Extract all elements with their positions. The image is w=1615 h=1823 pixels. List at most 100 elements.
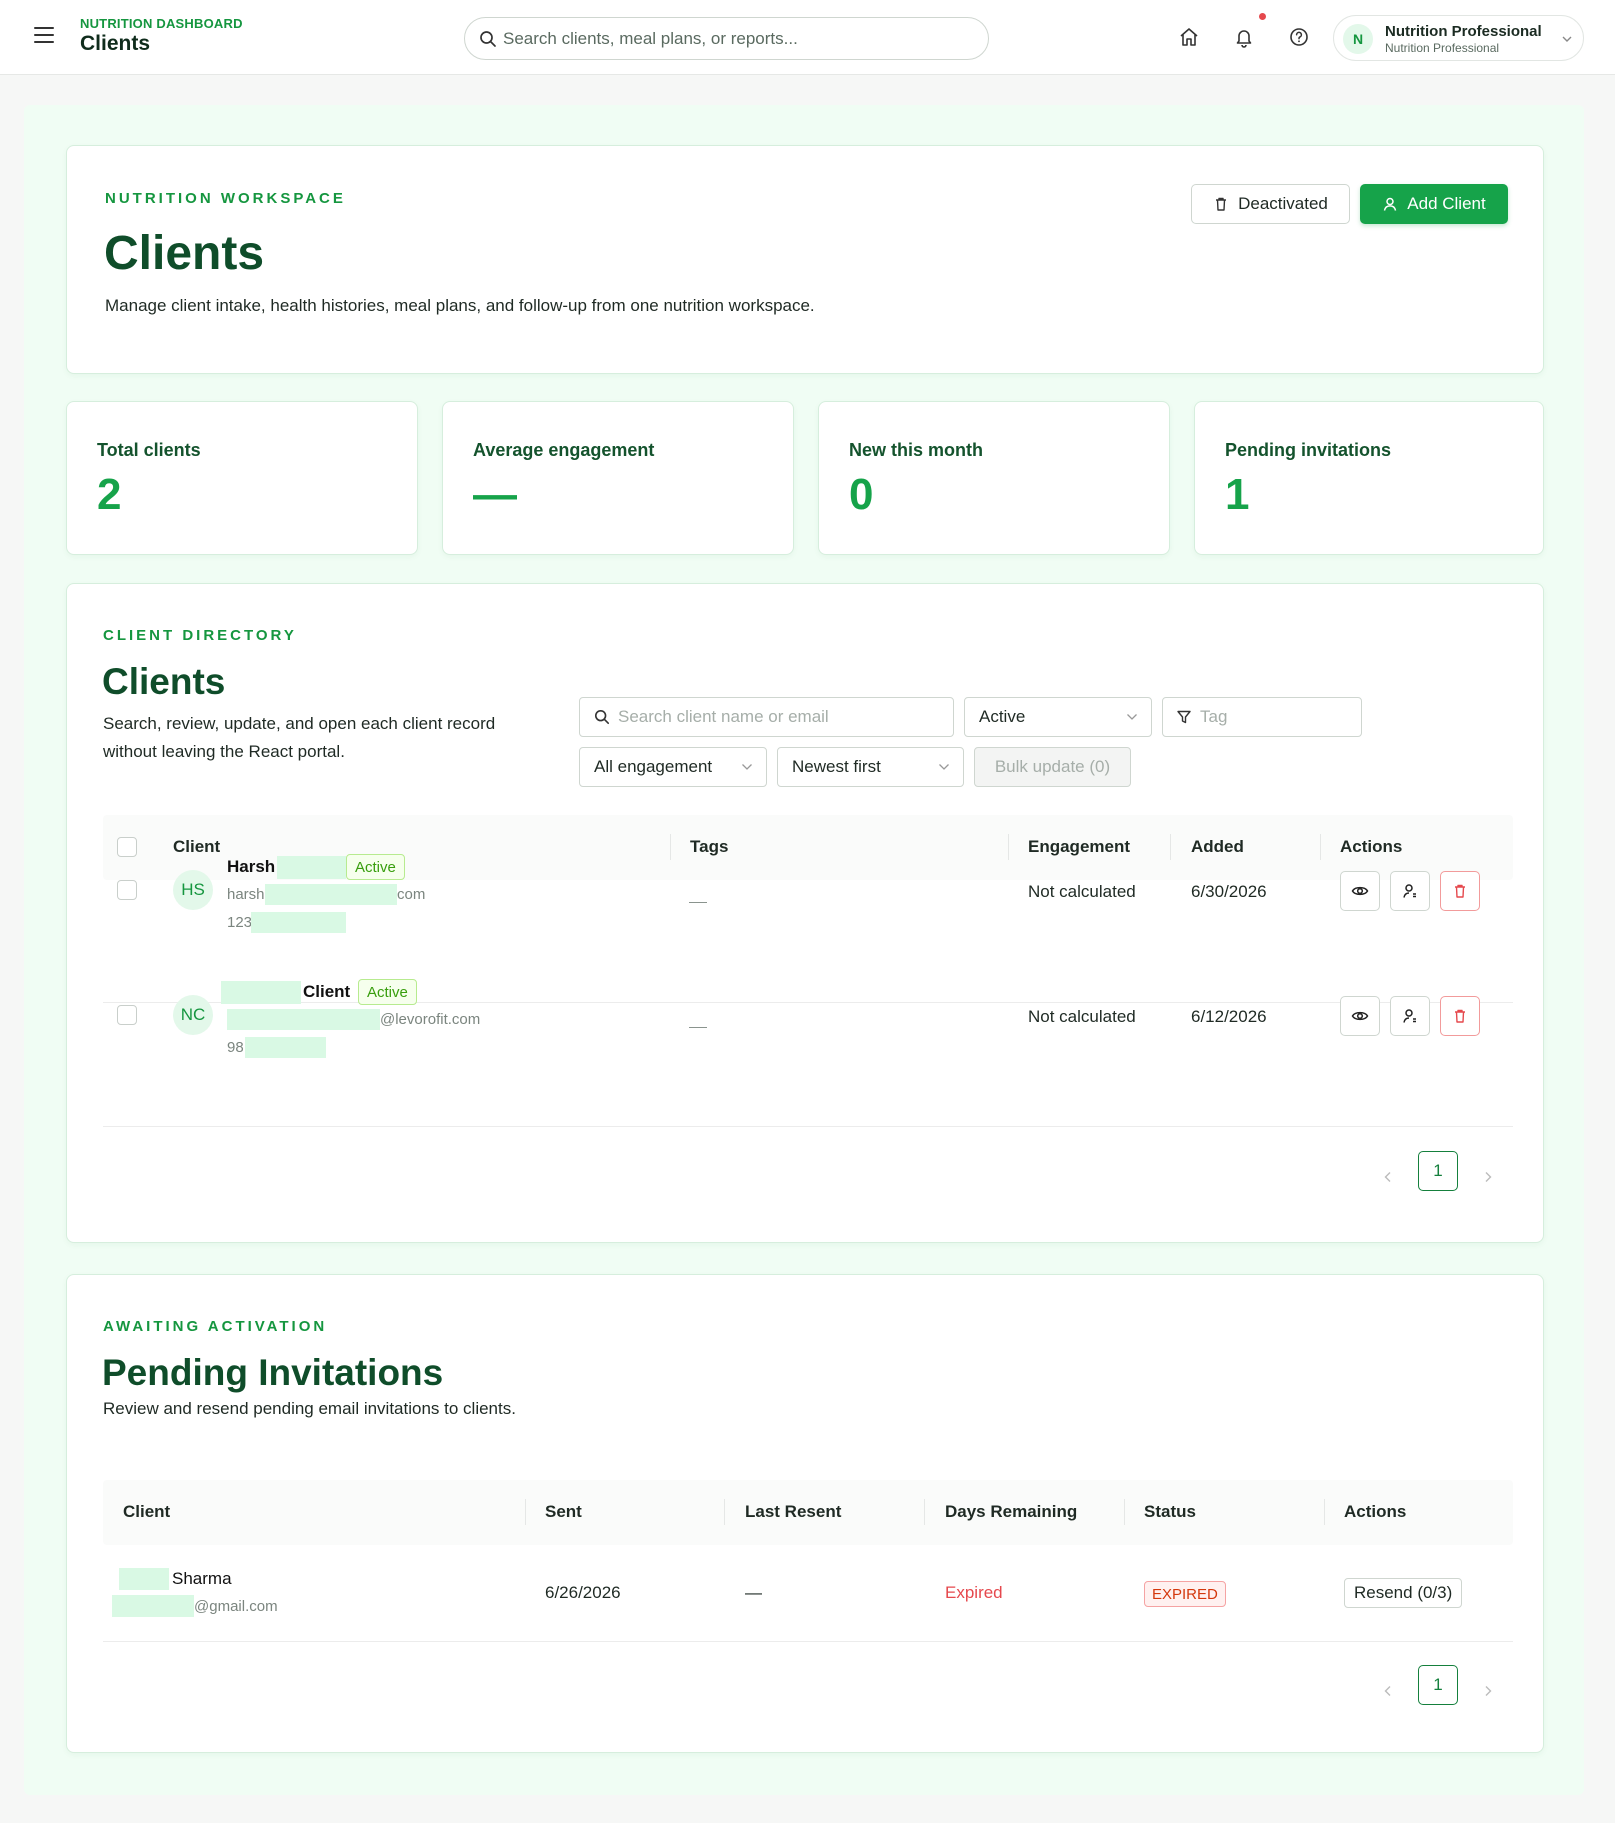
delete-client-button[interactable] bbox=[1440, 871, 1480, 911]
invitee-email-end: @gmail.com bbox=[194, 1598, 278, 1615]
view-client-button[interactable] bbox=[1340, 871, 1380, 911]
brand-eyebrow: NUTRITION DASHBOARD bbox=[80, 16, 243, 31]
filter-icon bbox=[1177, 710, 1191, 724]
column-header: Actions bbox=[1340, 837, 1403, 856]
stat-value: 0 bbox=[849, 470, 874, 519]
trash-icon bbox=[1455, 884, 1465, 898]
column-divider bbox=[1324, 1499, 1325, 1525]
sort-select-value: Newest first bbox=[792, 757, 881, 776]
column-divider bbox=[924, 1499, 925, 1525]
column-divider bbox=[525, 1499, 526, 1525]
deactivated-label: Deactivated bbox=[1238, 194, 1328, 213]
directory-description: Search, review, update, and open each cl… bbox=[103, 714, 496, 761]
chevron-down-icon bbox=[1562, 36, 1572, 42]
user-role: Nutrition Professional bbox=[1385, 41, 1500, 55]
row-checkbox[interactable] bbox=[117, 880, 137, 900]
status-select[interactable]: Active bbox=[964, 697, 1152, 737]
client-search-input[interactable]: Search client name or email bbox=[579, 697, 954, 737]
redacted-block bbox=[119, 1568, 169, 1590]
invitations-eyebrow: AWAITING ACTIVATION bbox=[103, 1318, 328, 1335]
workspace-title: Clients bbox=[104, 227, 265, 280]
avatar: NC bbox=[173, 995, 213, 1035]
global-search-input[interactable]: Search clients, meal plans, or reports..… bbox=[464, 17, 989, 60]
column-header: Status bbox=[1144, 1502, 1196, 1521]
column-header: Added bbox=[1191, 837, 1244, 856]
stat-card-new-this-month: New this month 0 bbox=[818, 401, 1170, 555]
page-button[interactable]: 1 bbox=[1418, 1151, 1458, 1191]
menu-icon[interactable] bbox=[34, 27, 54, 45]
edit-client-button[interactable] bbox=[1390, 871, 1430, 911]
column-header: Engagement bbox=[1028, 837, 1131, 856]
tag-filter-input[interactable]: Tag bbox=[1162, 697, 1362, 737]
view-client-button[interactable] bbox=[1340, 996, 1380, 1036]
global-search-placeholder: Search clients, meal plans, or reports..… bbox=[503, 28, 798, 48]
redacted-block bbox=[221, 981, 301, 1004]
client-name[interactable]: Client bbox=[303, 982, 350, 1002]
user-menu[interactable]: N Nutrition Professional Nutrition Profe… bbox=[1333, 15, 1584, 61]
search-icon bbox=[594, 709, 610, 725]
redacted-block bbox=[245, 1037, 326, 1058]
workspace-eyebrow: NUTRITION WORKSPACE bbox=[105, 190, 346, 207]
stat-value: 2 bbox=[97, 470, 122, 519]
row-divider bbox=[103, 1641, 1513, 1642]
edit-client-button[interactable] bbox=[1390, 996, 1430, 1036]
invitations-description: Review and resend pending email invitati… bbox=[103, 1399, 516, 1418]
column-header: Client bbox=[123, 1502, 171, 1521]
sort-select[interactable]: Newest first bbox=[777, 747, 964, 787]
user-icon bbox=[1384, 197, 1397, 211]
resend-button[interactable]: Resend (0/3) bbox=[1344, 1578, 1463, 1608]
chevron-left-icon[interactable] bbox=[1381, 1170, 1395, 1184]
status-badge: Active bbox=[358, 979, 417, 1005]
chevron-left-icon[interactable] bbox=[1381, 1684, 1395, 1698]
add-client-button[interactable]: Add Client bbox=[1360, 184, 1508, 224]
redacted-block bbox=[265, 884, 397, 905]
sent-date: 6/26/2026 bbox=[545, 1583, 621, 1602]
home-icon[interactable] bbox=[1178, 26, 1200, 48]
trash-icon bbox=[1216, 197, 1227, 211]
avatar: N bbox=[1343, 24, 1373, 54]
row-checkbox[interactable] bbox=[117, 1005, 137, 1025]
deactivated-button[interactable]: Deactivated bbox=[1191, 184, 1350, 224]
client-search-placeholder: Search client name or email bbox=[618, 707, 829, 726]
page-title: Clients bbox=[80, 32, 151, 55]
client-name[interactable]: Harsh bbox=[227, 857, 275, 877]
added-date: 6/30/2026 bbox=[1191, 882, 1267, 901]
select-all-checkbox[interactable] bbox=[117, 837, 137, 857]
engagement-select-value: All engagement bbox=[594, 757, 713, 776]
trash-icon bbox=[1455, 1009, 1465, 1023]
redacted-block bbox=[277, 856, 346, 879]
help-icon[interactable] bbox=[1288, 26, 1310, 48]
chevron-down-icon bbox=[939, 764, 949, 770]
chevron-right-icon[interactable] bbox=[1481, 1170, 1495, 1184]
client-phone: 123 bbox=[227, 914, 253, 931]
column-divider bbox=[1008, 834, 1009, 860]
content-area: NUTRITION WORKSPACE Clients Manage clien… bbox=[24, 105, 1584, 1795]
stat-value: — bbox=[473, 470, 517, 519]
bulk-update-button[interactable]: Bulk update (0) bbox=[974, 747, 1131, 787]
engagement-select[interactable]: All engagement bbox=[579, 747, 767, 787]
invitations-title: Pending Invitations bbox=[102, 1352, 444, 1393]
column-divider bbox=[670, 834, 671, 860]
column-header: Client bbox=[173, 837, 221, 856]
redacted-block bbox=[227, 1009, 380, 1030]
bulk-update-label: Bulk update (0) bbox=[994, 757, 1111, 776]
stat-label: Average engagement bbox=[473, 440, 655, 460]
pending-invitations-card: AWAITING ACTIVATION Pending Invitations … bbox=[66, 1274, 1544, 1753]
column-header: Actions bbox=[1344, 1502, 1407, 1521]
workspace-card: NUTRITION WORKSPACE Clients Manage clien… bbox=[66, 145, 1544, 374]
added-date: 6/12/2026 bbox=[1191, 1007, 1267, 1026]
directory-eyebrow: CLIENT DIRECTORY bbox=[103, 627, 297, 644]
avatar: HS bbox=[173, 870, 213, 910]
redacted-block bbox=[112, 1595, 194, 1617]
stat-label: Pending invitations bbox=[1225, 440, 1392, 460]
add-client-label: Add Client bbox=[1407, 194, 1486, 213]
column-divider bbox=[724, 1499, 725, 1525]
stat-label: New this month bbox=[849, 440, 983, 460]
user-edit-icon bbox=[1403, 1009, 1416, 1023]
page-button[interactable]: 1 bbox=[1418, 1665, 1458, 1705]
stat-card-total-clients: Total clients 2 bbox=[66, 401, 418, 555]
bell-icon[interactable] bbox=[1233, 26, 1255, 48]
column-header: Last Resent bbox=[745, 1502, 842, 1521]
chevron-right-icon[interactable] bbox=[1481, 1684, 1495, 1698]
delete-client-button[interactable] bbox=[1440, 996, 1480, 1036]
